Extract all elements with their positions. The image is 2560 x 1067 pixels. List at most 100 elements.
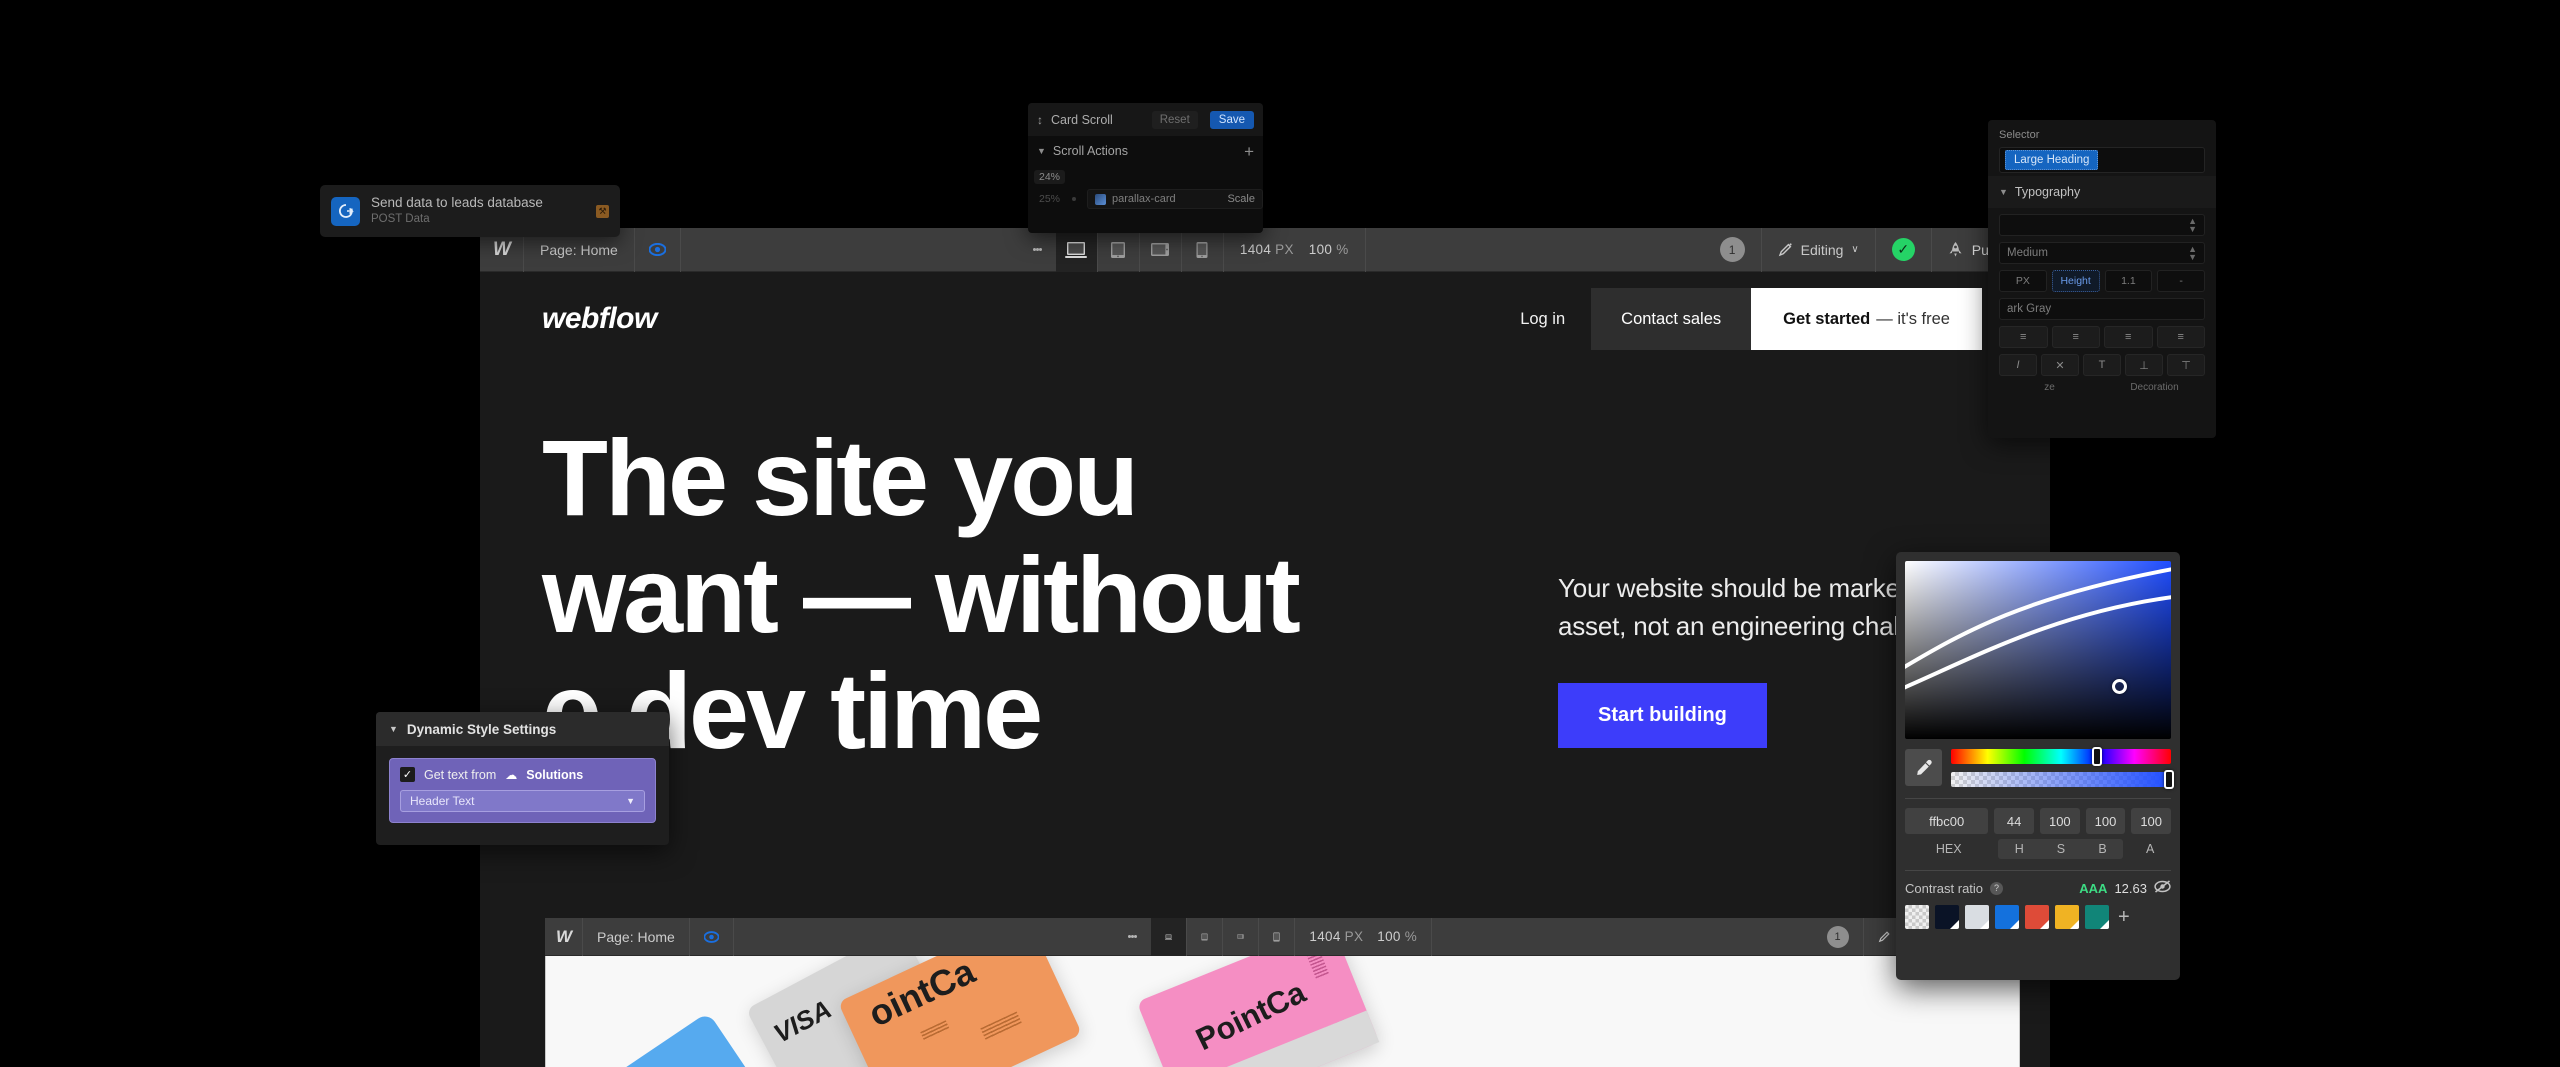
chevron-down-icon[interactable]: ▼: [626, 796, 635, 806]
hue-slider[interactable]: [1951, 747, 2171, 766]
device-mobile-icon[interactable]: [1182, 228, 1224, 272]
dss-header[interactable]: ▼ Dynamic Style Settings: [376, 712, 669, 746]
line-height-unit[interactable]: -: [2157, 270, 2205, 292]
collaborators-badge[interactable]: 1: [1813, 918, 1864, 956]
get-text-from-row[interactable]: ✓ Get text from ☁ Solutions: [400, 767, 645, 782]
dss-title: Dynamic Style Settings: [406, 721, 557, 737]
timeline-row[interactable]: 25% parallax-card Scale: [1034, 188, 1263, 210]
tab-h[interactable]: H: [1998, 839, 2040, 859]
hue-input[interactable]: 44: [1994, 808, 2034, 834]
tab-s[interactable]: S: [2040, 839, 2082, 859]
swatch-teal[interactable]: [2085, 905, 2109, 929]
device-desktop-icon[interactable]: [1151, 918, 1188, 956]
card-orange-microtext: [920, 1020, 950, 1042]
align-center-icon[interactable]: ≡: [2051, 326, 2100, 348]
add-swatch-icon[interactable]: +: [2118, 907, 2130, 927]
field-select[interactable]: Header Text ▼: [400, 790, 645, 812]
color-cursor-handle[interactable]: [2112, 679, 2127, 694]
hex-input[interactable]: ffbc00: [1905, 808, 1989, 834]
action-item[interactable]: parallax-card Scale: [1087, 189, 1263, 209]
save-status-indicator: ✓: [1876, 228, 1932, 272]
stepper-icon[interactable]: ▲ ▼: [2188, 216, 2197, 233]
saturation-brightness-field[interactable]: [1905, 561, 2171, 739]
eyedropper-icon[interactable]: [1905, 749, 1942, 786]
tab-a[interactable]: A: [2129, 839, 2171, 859]
save-button[interactable]: Save: [1209, 110, 1254, 129]
swatch-light-gray[interactable]: [1965, 905, 1989, 929]
get-text-from-checkbox[interactable]: ✓: [400, 767, 415, 782]
device-tablet-icon[interactable]: [1187, 918, 1224, 956]
nav-login-link[interactable]: Log in: [1494, 288, 1591, 350]
viewport-size-display[interactable]: 1404 PX 100 %: [1224, 228, 1366, 272]
hue-slider-handle[interactable]: [2091, 747, 2102, 766]
underline-icon[interactable]: ⊥: [2125, 354, 2163, 376]
caret-down-icon[interactable]: ▼: [389, 724, 398, 734]
page-selector[interactable]: Page: Home: [583, 918, 690, 956]
font-weight-field[interactable]: Medium ▲ ▼: [1999, 242, 2205, 264]
scroll-action-rows: 24% 25% parallax-card Scale: [1028, 166, 1263, 210]
align-right-icon[interactable]: ≡: [2104, 326, 2153, 348]
vertical-drag-icon[interactable]: ↕: [1037, 113, 1043, 127]
tab-b[interactable]: B: [2082, 839, 2124, 859]
nav-contact-sales-button[interactable]: Contact sales: [1591, 288, 1752, 350]
lower-designer-toolbar: W Page: Home 1404 PX 100 % 1: [545, 918, 2020, 956]
align-left-icon[interactable]: ≡: [1999, 326, 2048, 348]
webflow-wordmark[interactable]: webflow: [542, 302, 657, 336]
italic-icon[interactable]: I: [1999, 354, 2037, 376]
device-tablet-landscape-icon[interactable]: [1140, 228, 1182, 272]
saturation-input[interactable]: 100: [2039, 808, 2080, 834]
no-decoration-icon[interactable]: ✕: [2041, 354, 2079, 376]
caption-decoration: Decoration: [2130, 382, 2179, 393]
alpha-slider-handle[interactable]: [2164, 770, 2174, 789]
size-unit-field[interactable]: PX: [1999, 270, 2047, 292]
device-mobile-icon[interactable]: [1259, 918, 1296, 956]
pencil-icon: [1778, 243, 1792, 257]
scroll-actions-subheader[interactable]: ▼ Scroll Actions +: [1028, 136, 1263, 166]
picker-sliders-row: [1905, 747, 2174, 789]
wrench-icon[interactable]: ⚒: [596, 204, 609, 218]
device-tablet-icon[interactable]: [1098, 228, 1140, 272]
help-icon[interactable]: ?: [1990, 881, 2004, 895]
plus-icon[interactable]: +: [1244, 143, 1254, 160]
typography-section-header[interactable]: ▼ Typography: [1988, 176, 2216, 208]
viewport-size-display[interactable]: 1404 PX 100 %: [1295, 918, 1433, 956]
swatch-blue[interactable]: [1995, 905, 2019, 929]
collaborators-badge[interactable]: 1: [1704, 228, 1762, 272]
timeline-row-active[interactable]: 24%: [1034, 166, 1263, 188]
webflow-logo-icon[interactable]: W: [545, 918, 583, 956]
alpha-input[interactable]: 100: [2131, 808, 2171, 834]
text-color-field[interactable]: ark Gray: [1999, 298, 2205, 320]
hero-start-building-button[interactable]: Start building: [1558, 683, 1767, 749]
line-height-label[interactable]: Height: [2051, 270, 2100, 292]
brightness-input[interactable]: 100: [2085, 808, 2126, 834]
caret-down-icon[interactable]: ▼: [1999, 187, 2008, 197]
line-height-value[interactable]: 1.1: [2104, 270, 2153, 292]
swatch-near-black[interactable]: [1935, 905, 1959, 929]
eye-icon[interactable]: [635, 228, 681, 272]
device-tablet-landscape-icon[interactable]: [1223, 918, 1260, 956]
align-justify-icon[interactable]: ≡: [2156, 326, 2205, 348]
alpha-slider[interactable]: [1951, 770, 2174, 789]
selector-chip[interactable]: Large Heading: [2005, 150, 2099, 170]
overline-icon[interactable]: ⊤: [2167, 354, 2205, 376]
strikethrough-icon[interactable]: Т: [2083, 354, 2121, 376]
device-desktop-icon[interactable]: [1055, 228, 1098, 272]
editing-mode-selector[interactable]: Editing ∨: [1762, 228, 1876, 272]
nav-get-started-button[interactable]: Get started — it's free: [1751, 288, 1982, 350]
stepper-icon[interactable]: ▲ ▼: [2188, 244, 2197, 261]
font-family-field[interactable]: ▲ ▼: [1999, 214, 2205, 236]
caret-down-icon[interactable]: ▼: [1037, 146, 1046, 156]
swatch-amber[interactable]: [2055, 905, 2079, 929]
more-options-icon[interactable]: [1019, 228, 1056, 272]
tab-hex[interactable]: HEX: [1905, 839, 1992, 859]
leads-action-panel[interactable]: Send data to leads database POST Data ⚒: [320, 185, 620, 237]
swatch-transparent[interactable]: [1905, 905, 1929, 929]
reset-button[interactable]: Reset: [1151, 110, 1198, 129]
eye-icon[interactable]: [690, 918, 734, 956]
more-options-icon[interactable]: [1114, 918, 1151, 956]
dss-body: ✓ Get text from ☁ Solutions Header Text …: [376, 746, 669, 835]
typography-controls: ▲ ▼ Medium ▲ ▼ PX Height 1.1 - ark Gray ≡ …: [1988, 208, 2216, 399]
swatch-red[interactable]: [2025, 905, 2049, 929]
eye-off-icon[interactable]: [2154, 880, 2171, 896]
selector-input[interactable]: Large Heading: [1999, 147, 2205, 173]
